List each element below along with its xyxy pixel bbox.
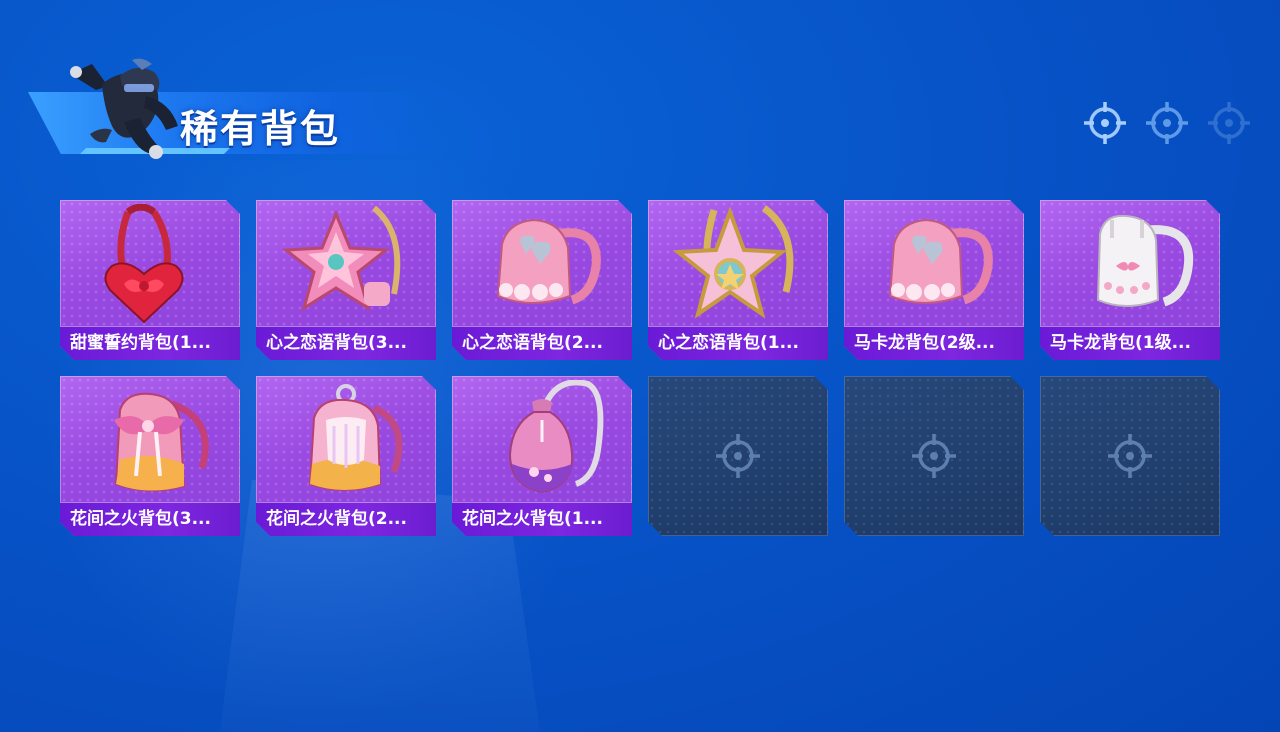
page-indicators <box>1082 100 1252 148</box>
gold-star-backpack-icon <box>668 204 808 326</box>
backpack-name: 花间之火背包(2... <box>256 502 436 536</box>
backpack-name: 心之恋语背包(3... <box>256 326 436 360</box>
page-indicator-3-icon[interactable] <box>1206 100 1252 146</box>
empty-slot[interactable] <box>1040 376 1220 536</box>
white-macaron-backpack-icon <box>1060 204 1200 326</box>
backpack-grid: 甜蜜誓约背包(1... 心之恋语背包(3... 心之恋语背包(2... 心之恋语… <box>60 200 1220 536</box>
backpack-name: 马卡龙背包(1级... <box>1040 326 1220 360</box>
pink-heart-backpack-icon <box>472 204 612 326</box>
pink-star-backpack-icon <box>276 204 416 326</box>
pink-macaron-backpack-icon <box>864 204 1004 326</box>
page-title: 稀有背包 <box>180 107 341 151</box>
backpack-card[interactable]: 心之恋语背包(3... <box>256 200 436 360</box>
backpack-name: 心之恋语背包(2... <box>452 326 632 360</box>
page-indicator-2-icon[interactable] <box>1144 100 1190 146</box>
backpack-name: 马卡龙背包(2级... <box>844 326 1024 360</box>
backpack-name: 花间之火背包(1... <box>452 502 632 536</box>
empty-slot[interactable] <box>844 376 1024 536</box>
empty-slot[interactable] <box>648 376 828 536</box>
crosshair-icon <box>714 432 762 480</box>
backpack-card[interactable]: 花间之火背包(1... <box>452 376 632 536</box>
backpack-card[interactable]: 甜蜜誓约背包(1... <box>60 200 240 360</box>
backpack-name: 花间之火背包(3... <box>60 502 240 536</box>
backpack-card[interactable]: 马卡龙背包(2级... <box>844 200 1024 360</box>
crosshair-icon <box>1106 432 1154 480</box>
floral-bow-backpack-icon <box>80 380 220 502</box>
floral-pouch-backpack-icon <box>472 380 612 502</box>
backpack-card[interactable]: 心之恋语背包(2... <box>452 200 632 360</box>
backpack-card[interactable]: 花间之火背包(2... <box>256 376 436 536</box>
floral-tassel-backpack-icon <box>276 380 416 502</box>
backpack-card[interactable]: 马卡龙背包(1级... <box>1040 200 1220 360</box>
page-header: 稀有背包 <box>28 56 448 166</box>
backpack-name: 甜蜜誓约背包(1... <box>60 326 240 360</box>
page-indicator-1-icon[interactable] <box>1082 100 1128 146</box>
red-heart-bow-backpack-icon <box>80 204 220 326</box>
backpack-card[interactable]: 花间之火背包(3... <box>60 376 240 536</box>
backpack-card[interactable]: 心之恋语背包(1... <box>648 200 828 360</box>
skydiver-character-icon <box>70 58 178 159</box>
backpack-name: 心之恋语背包(1... <box>648 326 828 360</box>
crosshair-icon <box>910 432 958 480</box>
